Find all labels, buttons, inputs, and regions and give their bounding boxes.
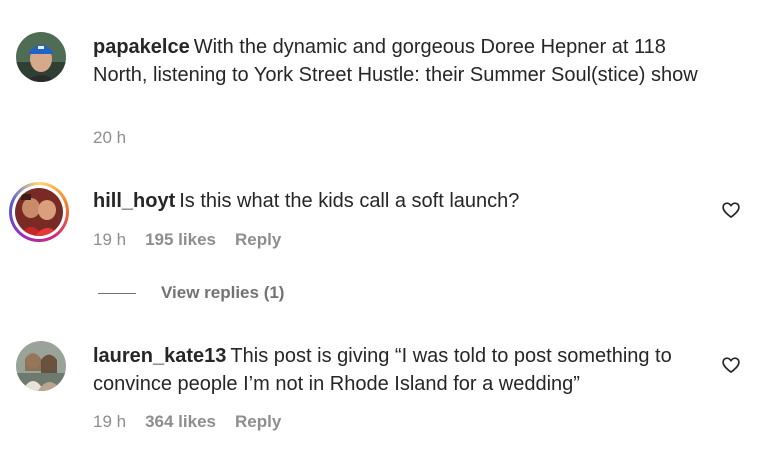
avatar-ring-gap	[12, 185, 66, 239]
comment-likes[interactable]: 364 likes	[145, 412, 216, 432]
comment-meta: 19 h 195 likes Reply	[93, 230, 281, 250]
heart-icon[interactable]	[721, 200, 741, 220]
comment-meta: 19 h 364 likes Reply	[93, 412, 281, 432]
view-replies-button[interactable]: View replies (1)	[98, 283, 284, 303]
avatar	[15, 188, 63, 236]
avatar-image	[16, 341, 66, 391]
comment-meta: 20 h	[93, 128, 126, 148]
comment-text-block: hill_hoyt Is this what the kids call a so…	[93, 187, 703, 215]
avatar[interactable]	[16, 32, 66, 82]
replies-divider-line	[98, 292, 136, 294]
comment-username[interactable]: lauren_kate13	[93, 345, 226, 367]
avatar-image	[16, 32, 66, 82]
avatar-story-ring[interactable]	[9, 182, 69, 242]
comment-text-block: lauren_kate13 This post is giving “I was …	[93, 342, 703, 398]
comment-text: Is this what the kids call a soft launch…	[179, 190, 520, 212]
comment-timestamp[interactable]: 19 h	[93, 230, 126, 250]
reply-button[interactable]: Reply	[235, 230, 281, 250]
comment-timestamp[interactable]: 19 h	[93, 412, 126, 432]
reply-button[interactable]: Reply	[235, 412, 281, 432]
comment-likes[interactable]: 195 likes	[145, 230, 216, 250]
heart-icon[interactable]	[721, 355, 741, 375]
comment-timestamp[interactable]: 20 h	[93, 128, 126, 148]
avatar[interactable]	[16, 341, 66, 391]
avatar-image	[15, 188, 63, 236]
view-replies-label: View replies (1)	[161, 283, 285, 302]
comment-username[interactable]: papakelce	[93, 36, 190, 58]
comment-username[interactable]: hill_hoyt	[93, 190, 175, 212]
comment-text-block: papakelce With the dynamic and gorgeous D…	[93, 33, 703, 89]
